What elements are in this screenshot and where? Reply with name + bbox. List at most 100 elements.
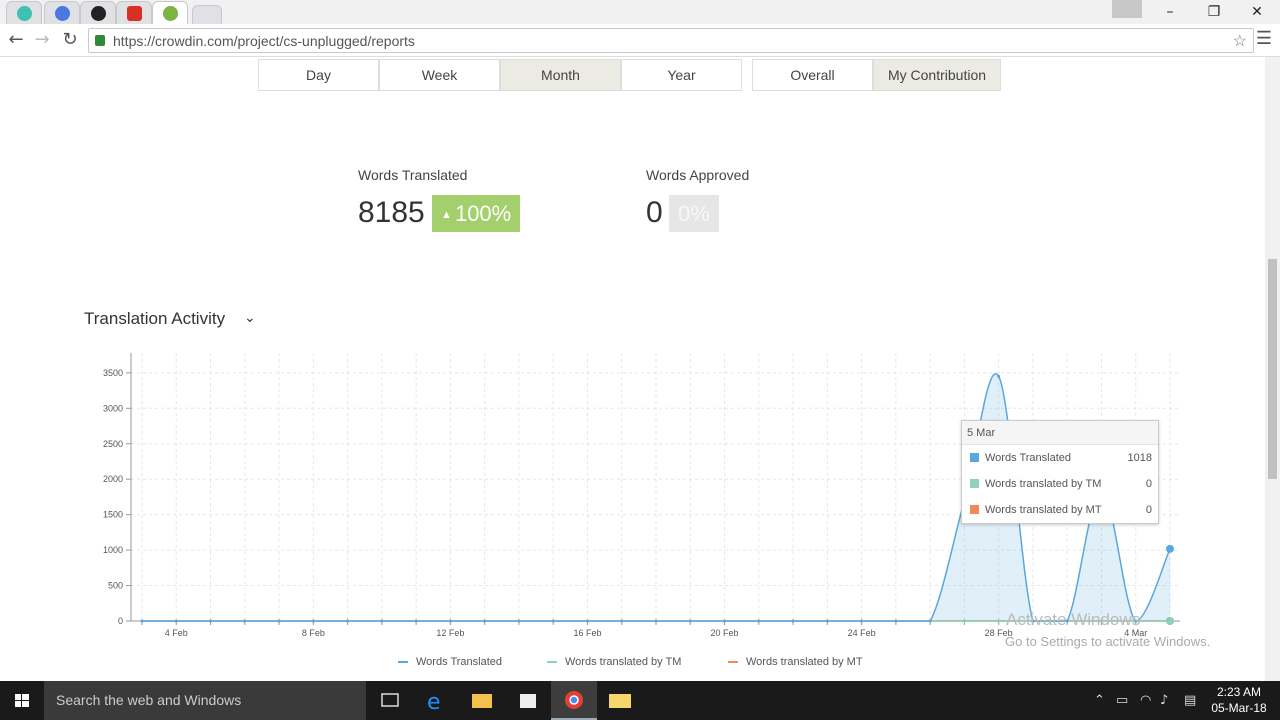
data-point [483, 619, 487, 623]
legend-swatch [547, 661, 557, 664]
volume-icon[interactable]: ♪ [1160, 681, 1168, 720]
activation-watermark-title: Activate Windows [1006, 610, 1141, 629]
close-button[interactable]: ✕ [1237, 0, 1277, 24]
taskbar-clock[interactable]: 2:23 AM 05-Mar-18 [1204, 684, 1274, 716]
y-tick-label: 3500 [103, 368, 123, 378]
tooltip-swatch [970, 479, 979, 488]
menu-icon[interactable]: ☰ [1256, 28, 1272, 49]
data-point [311, 619, 315, 623]
activation-watermark-text: Go to Settings to activate Windows. [1005, 634, 1211, 649]
tooltip-row: Words Translated 1018 [970, 452, 1152, 464]
tooltip-value: 0 [1145, 478, 1152, 490]
tooltip-label: Words translated by MT [985, 504, 1102, 516]
tooltip-label: Words translated by TM [985, 478, 1102, 490]
words-translated-change-badge: ▲ 100% [432, 195, 521, 232]
chart-tooltip: 5 Mar Words Translated 1018 Words transla… [961, 420, 1159, 524]
tray-chevron-icon[interactable]: ⌃ [1094, 681, 1105, 720]
x-tick-label: 8 Feb [302, 628, 325, 638]
y-tick-label: 3000 [103, 403, 123, 413]
data-point [757, 619, 761, 623]
data-point [517, 619, 521, 623]
data-point [825, 619, 829, 623]
translation-activity-title[interactable]: Translation Activity [84, 309, 225, 329]
words-approved-label: Words Approved [646, 167, 750, 183]
folder-app-icon[interactable] [597, 681, 643, 720]
tab-day[interactable]: Day [258, 59, 379, 91]
scrollbar-thumb[interactable] [1268, 259, 1277, 479]
file-explorer-icon[interactable] [459, 681, 505, 720]
profile-icon[interactable] [1112, 0, 1142, 18]
back-icon[interactable]: ← [4, 28, 28, 52]
data-point [243, 619, 247, 623]
words-translated-label: Words Translated [358, 167, 468, 183]
edge-icon[interactable]: e [413, 681, 459, 720]
tab-my-contribution[interactable]: My Contribution [873, 59, 1001, 91]
words-translated-change: 100% [454, 201, 512, 226]
app-icon [55, 6, 70, 21]
start-button[interactable] [0, 681, 44, 720]
battery-icon[interactable]: ▭ [1116, 681, 1128, 720]
reload-icon[interactable]: ↻ [58, 28, 82, 52]
tab-week[interactable]: Week [379, 59, 500, 91]
github-icon [91, 6, 106, 21]
page-content: Day Week Month Year Overall My Contribut… [0, 57, 1265, 681]
legend-words-translated[interactable]: Words Translated [398, 656, 502, 668]
crowdin-icon [163, 6, 178, 21]
tooltip-swatch [970, 453, 979, 462]
chrome-icon[interactable] [551, 681, 597, 720]
chevron-down-icon[interactable]: ⌄ [244, 309, 256, 326]
y-tick-label: 0 [118, 616, 123, 626]
browser-tab-active[interactable] [152, 1, 188, 24]
tooltip-row: Words translated by MT 0 [970, 504, 1152, 516]
words-approved-value: 0 [646, 196, 663, 229]
data-point [448, 619, 452, 623]
clock-date: 05-Mar-18 [1211, 701, 1267, 715]
new-tab-button[interactable] [192, 5, 222, 24]
data-point [620, 619, 624, 623]
data-point [654, 619, 658, 623]
data-point [723, 619, 727, 623]
action-center-icon[interactable]: ▤ [1184, 681, 1196, 720]
task-view-icon[interactable] [367, 681, 413, 720]
y-tick-label: 500 [108, 581, 123, 591]
data-point [174, 619, 178, 623]
tab-overall[interactable]: Overall [752, 59, 873, 91]
legend-words-translated-tm[interactable]: Words translated by TM [547, 656, 681, 668]
browser-tab-3[interactable] [80, 1, 116, 24]
browser-tab-2[interactable] [44, 1, 80, 24]
y-tick-label: 1000 [103, 545, 123, 555]
lock-icon [95, 35, 105, 46]
y-tick-label: 2500 [103, 439, 123, 449]
tab-year[interactable]: Year [621, 59, 742, 91]
taskbar-search-input[interactable]: Search the web and Windows [44, 681, 366, 720]
omnibox[interactable]: https://crowdin.com/project/cs-unplugged… [88, 28, 1254, 53]
store-icon[interactable] [505, 681, 551, 720]
data-point [551, 619, 555, 623]
clock-time: 2:23 AM [1216, 685, 1262, 699]
page-scrollbar[interactable] [1265, 57, 1280, 681]
tooltip-value: 1018 [1127, 452, 1152, 464]
svg-text:e: e [427, 690, 441, 715]
wifi-icon[interactable]: ◠ [1140, 681, 1151, 720]
browser-tab-4[interactable] [116, 1, 152, 24]
up-arrow-icon: ▲ [441, 209, 455, 221]
data-point [997, 374, 1001, 378]
legend-label: Words translated by MT [746, 656, 863, 668]
tab-month[interactable]: Month [500, 59, 621, 91]
legend-words-translated-mt[interactable]: Words translated by MT [728, 656, 863, 668]
data-point [380, 619, 384, 623]
x-tick-label: 24 Feb [848, 628, 876, 638]
url-text[interactable]: https://crowdin.com/project/cs-unplugged… [113, 33, 415, 49]
bookmark-star-icon[interactable]: ☆ [1233, 31, 1247, 51]
forward-icon[interactable]: → [30, 28, 54, 52]
legend-label: Words Translated [416, 656, 503, 668]
data-point [209, 619, 213, 623]
minimize-button[interactable]: – [1150, 0, 1190, 24]
restore-button[interactable]: ❐ [1194, 0, 1234, 24]
data-point [277, 619, 281, 623]
data-point [585, 619, 589, 623]
data-point [1166, 544, 1174, 553]
y-tick-label: 2000 [103, 474, 123, 484]
windows-taskbar: Search the web and Windows e ⌃ ▭ ◠ ♪ ▤ 2… [0, 681, 1280, 720]
browser-tab-1[interactable] [6, 1, 42, 24]
